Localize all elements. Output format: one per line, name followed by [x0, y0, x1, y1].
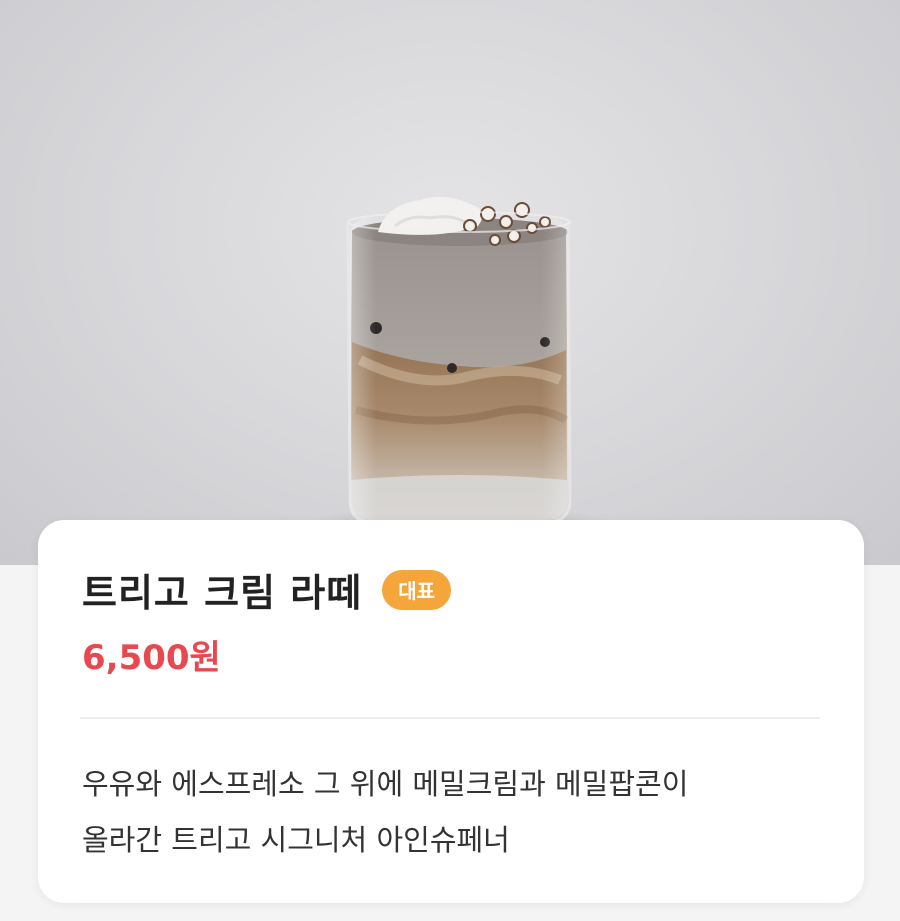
- product-name: 트리고 크림 라떼: [82, 571, 363, 615]
- product-info-card: 트리고 크림 라떼 대표 6,500원 우유와 에스프레소 그 위에 메밀크림과…: [38, 520, 864, 903]
- product-price: 6,500원: [82, 638, 221, 678]
- product-detail-page: 트리고 크림 라떼 대표 6,500원 우유와 에스프레소 그 위에 메밀크림과…: [0, 0, 900, 921]
- description-line-2: 올라간 트리고 시그니처 아인슈페너: [82, 823, 510, 857]
- signature-badge: 대표: [382, 569, 451, 610]
- description-line-1: 우유와 에스프레소 그 위에 메밀크림과 메밀팝콘이: [82, 767, 689, 801]
- product-image: [0, 0, 900, 565]
- latte-glass-illustration: [310, 196, 610, 538]
- product-description: 우유와 에스프레소 그 위에 메밀크림과 메밀팝콘이 올라간 트리고 시그니처 …: [82, 756, 822, 868]
- divider: [80, 717, 820, 719]
- title-row: 트리고 크림 라떼 대표: [82, 562, 451, 617]
